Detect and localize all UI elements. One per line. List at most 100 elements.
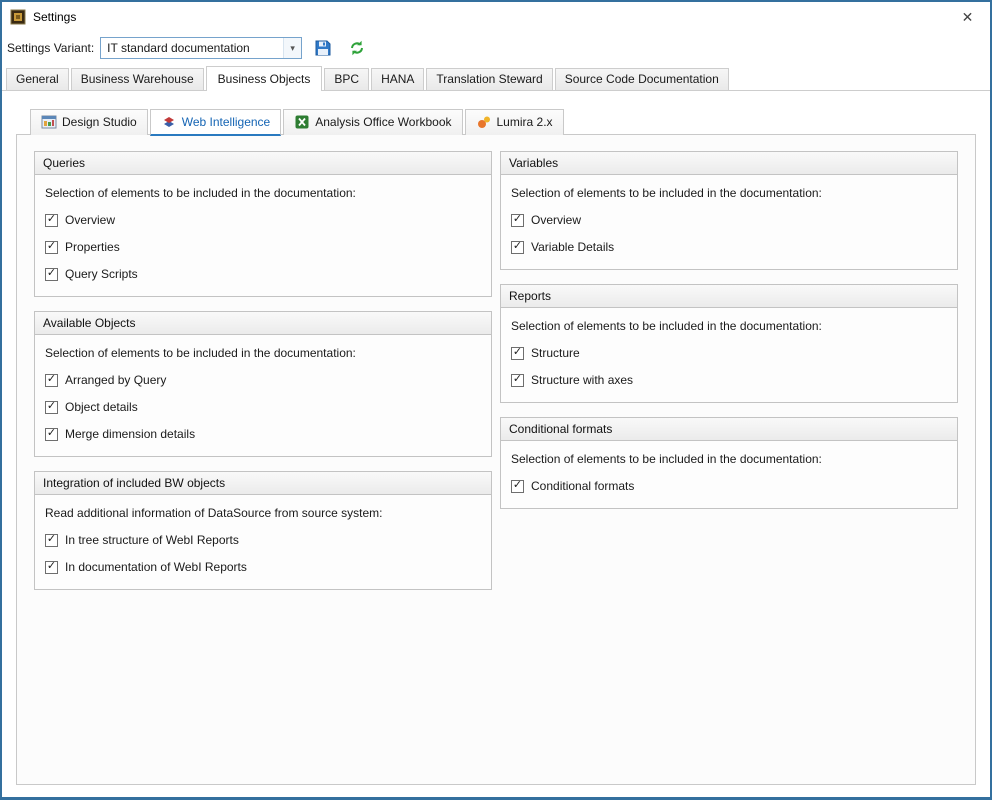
settings-variant-label: Settings Variant: [7, 41, 94, 55]
group-body: Selection of elements to be included in … [35, 175, 491, 296]
tab-translation-steward[interactable]: Translation Steward [426, 68, 552, 90]
group-variables: Variables Selection of elements to be in… [500, 151, 958, 270]
subtab-label: Analysis Office Workbook [315, 115, 451, 129]
checkbox[interactable] [45, 561, 58, 574]
tab-label: HANA [381, 72, 414, 86]
lumira-icon [476, 114, 492, 130]
window-title: Settings [33, 10, 76, 24]
group-queries: Queries Selection of elements to be incl… [34, 151, 492, 297]
main-tab-bar: General Business Warehouse Business Obje… [2, 66, 990, 91]
subtab-lumira[interactable]: Lumira 2.x [465, 109, 564, 135]
group-title: Integration of included BW objects [35, 472, 491, 495]
dropdown-arrow-icon[interactable]: ▾ [283, 38, 301, 58]
app-icon [10, 9, 26, 25]
save-icon [314, 39, 332, 57]
group-title: Variables [501, 152, 957, 175]
checkbox-row-query-scripts[interactable]: Query Scripts [45, 267, 481, 281]
checkbox[interactable] [511, 214, 524, 227]
checkbox-label: Structure [531, 346, 580, 360]
group-body: Selection of elements to be included in … [501, 441, 957, 508]
tab-hana[interactable]: HANA [371, 68, 424, 90]
subtab-analysis-office-workbook[interactable]: Analysis Office Workbook [283, 109, 462, 135]
tab-label: Source Code Documentation [565, 72, 719, 86]
subtab-label: Lumira 2.x [497, 115, 553, 129]
checkbox-label: Properties [65, 240, 120, 254]
checkbox[interactable] [45, 241, 58, 254]
group-body: Selection of elements to be included in … [501, 308, 957, 402]
tab-bpc[interactable]: BPC [324, 68, 369, 90]
checkbox-row-structure-with-axes[interactable]: Structure with axes [511, 373, 947, 387]
checkbox[interactable] [511, 347, 524, 360]
group-conditional-formats: Conditional formats Selection of element… [500, 417, 958, 509]
checkbox[interactable] [511, 241, 524, 254]
group-title: Available Objects [35, 312, 491, 335]
business-objects-page: Design Studio Web Intelligence Analysis … [2, 91, 990, 797]
group-description: Selection of elements to be included in … [45, 346, 481, 360]
left-column: Queries Selection of elements to be incl… [34, 151, 492, 590]
tab-business-warehouse[interactable]: Business Warehouse [71, 68, 204, 90]
web-intelligence-icon [161, 114, 177, 130]
subtab-design-studio[interactable]: Design Studio [30, 109, 148, 135]
group-body: Read additional information of DataSourc… [35, 495, 491, 589]
save-button[interactable] [310, 35, 336, 61]
combobox-value: IT standard documentation [101, 38, 283, 58]
analysis-office-icon [294, 114, 310, 130]
refresh-button[interactable] [344, 35, 370, 61]
checkbox-row-conditional-formats[interactable]: Conditional formats [511, 479, 947, 493]
group-bw-integration: Integration of included BW objects Read … [34, 471, 492, 590]
checkbox[interactable] [511, 374, 524, 387]
tab-label: Business Objects [218, 72, 311, 86]
checkbox-label: Conditional formats [531, 479, 634, 493]
checkbox-label: Structure with axes [531, 373, 633, 387]
checkbox-label: In tree structure of WebI Reports [65, 533, 239, 547]
group-description: Read additional information of DataSourc… [45, 506, 481, 520]
checkbox-row-documentation[interactable]: In documentation of WebI Reports [45, 560, 481, 574]
checkbox-row-variables-overview[interactable]: Overview [511, 213, 947, 227]
group-reports: Reports Selection of elements to be incl… [500, 284, 958, 403]
checkbox[interactable] [45, 214, 58, 227]
titlebar: Settings ✕ [2, 2, 990, 32]
group-title: Reports [501, 285, 957, 308]
checkbox-row-properties[interactable]: Properties [45, 240, 481, 254]
checkbox[interactable] [45, 268, 58, 281]
design-studio-icon [41, 114, 57, 130]
tab-label: BPC [334, 72, 359, 86]
group-available-objects: Available Objects Selection of elements … [34, 311, 492, 457]
checkbox[interactable] [45, 401, 58, 414]
checkbox-label: Arranged by Query [65, 373, 166, 387]
checkbox-label: Overview [531, 213, 581, 227]
checkbox-label: Variable Details [531, 240, 614, 254]
checkbox[interactable] [511, 480, 524, 493]
group-description: Selection of elements to be included in … [511, 319, 947, 333]
tab-label: General [16, 72, 59, 86]
checkbox-row-arranged-by-query[interactable]: Arranged by Query [45, 373, 481, 387]
checkbox[interactable] [45, 428, 58, 441]
close-button[interactable]: ✕ [945, 2, 990, 32]
settings-variant-combobox[interactable]: IT standard documentation ▾ [100, 37, 302, 59]
checkbox-row-overview[interactable]: Overview [45, 213, 481, 227]
subtab-label: Design Studio [62, 115, 137, 129]
subtab-web-intelligence[interactable]: Web Intelligence [150, 109, 282, 136]
sub-tab-bar: Design Studio Web Intelligence Analysis … [16, 109, 976, 135]
tab-general[interactable]: General [6, 68, 69, 90]
group-body: Selection of elements to be included in … [35, 335, 491, 456]
tab-source-code-documentation[interactable]: Source Code Documentation [555, 68, 729, 90]
tab-label: Translation Steward [436, 72, 542, 86]
checkbox-row-object-details[interactable]: Object details [45, 400, 481, 414]
checkbox-label: Merge dimension details [65, 427, 195, 441]
checkbox-row-tree-structure[interactable]: In tree structure of WebI Reports [45, 533, 481, 547]
checkbox-row-variable-details[interactable]: Variable Details [511, 240, 947, 254]
checkbox-label: Object details [65, 400, 138, 414]
checkbox[interactable] [45, 534, 58, 547]
toolbar: Settings Variant: IT standard documentat… [2, 32, 990, 66]
refresh-icon [348, 39, 366, 57]
checkbox-row-structure[interactable]: Structure [511, 346, 947, 360]
checkbox[interactable] [45, 374, 58, 387]
group-description: Selection of elements to be included in … [511, 186, 947, 200]
group-title: Conditional formats [501, 418, 957, 441]
group-description: Selection of elements to be included in … [511, 452, 947, 466]
tab-business-objects[interactable]: Business Objects [206, 66, 323, 91]
checkbox-row-merge-dimension-details[interactable]: Merge dimension details [45, 427, 481, 441]
tab-label: Business Warehouse [81, 72, 194, 86]
checkbox-label: Query Scripts [65, 267, 138, 281]
